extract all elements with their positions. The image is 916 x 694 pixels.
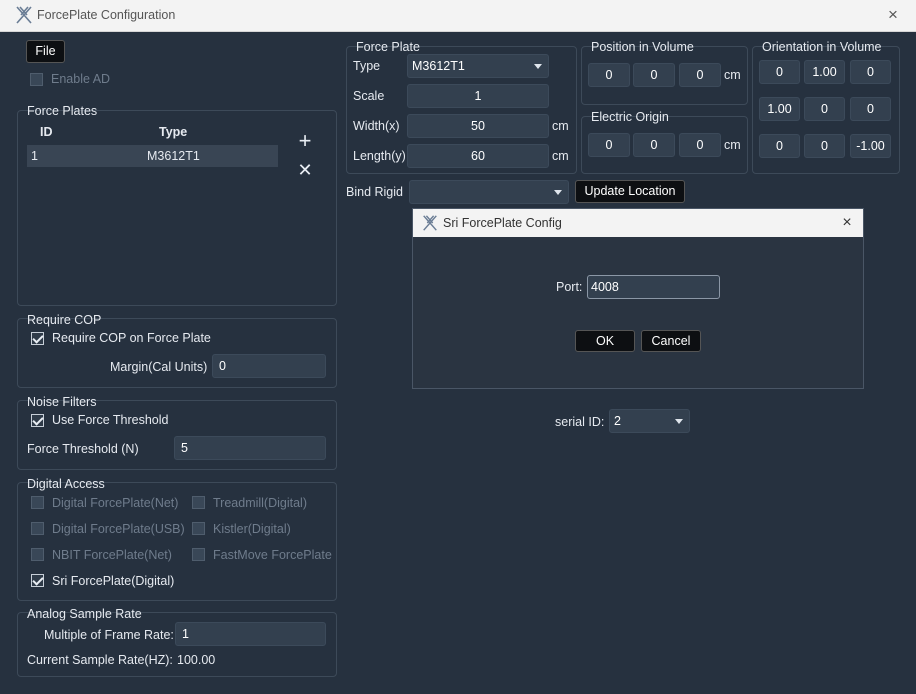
digital-forceplate-net-checkbox[interactable]	[31, 496, 44, 509]
width-unit: cm	[552, 119, 569, 133]
orientation-r1c1-input[interactable]: 0	[759, 60, 800, 84]
width-input[interactable]: 50	[407, 114, 549, 138]
dialog-title-bar: Sri ForcePlate Config ×	[413, 209, 863, 237]
nbit-forceplate-net-checkbox[interactable]	[31, 548, 44, 561]
electric-origin-unit: cm	[724, 138, 741, 152]
position-z-input[interactable]: 0	[679, 63, 721, 87]
treadmill-digital-label: Treadmill(Digital)	[213, 496, 307, 510]
chevron-down-icon	[675, 419, 683, 424]
force-plates-title: Force Plates	[27, 104, 98, 118]
column-header-id: ID	[40, 125, 53, 139]
analog-sample-rate-title: Analog Sample Rate	[27, 607, 142, 621]
require-cop-checkbox[interactable]	[31, 332, 44, 345]
kistler-digital-label: Kistler(Digital)	[213, 522, 291, 536]
app-logo-icon	[16, 6, 32, 24]
forceplate-config-window: ForcePlate Configuration × File Enable A…	[0, 0, 916, 694]
electric-origin-y-input[interactable]: 0	[633, 133, 675, 157]
use-force-threshold-checkbox[interactable]	[31, 414, 44, 427]
orientation-r3c1-input[interactable]: 0	[759, 134, 800, 158]
digital-forceplate-usb-checkbox[interactable]	[31, 522, 44, 535]
enable-ad-checkbox[interactable]	[30, 73, 43, 86]
force-threshold-label: Force Threshold (N)	[27, 442, 139, 456]
orientation-r3c3-input[interactable]: -1.00	[850, 134, 891, 158]
require-cop-label: Require COP on Force Plate	[52, 331, 211, 345]
digital-forceplate-net-label: Digital ForcePlate(Net)	[52, 496, 179, 510]
orientation-r1c3-input[interactable]: 0	[850, 60, 891, 84]
bind-rigid-select[interactable]	[409, 180, 569, 204]
window-title: ForcePlate Configuration	[37, 8, 176, 22]
enable-ad-label: Enable AD	[51, 72, 111, 86]
chevron-down-icon	[554, 190, 562, 195]
scale-label: Scale	[353, 89, 385, 103]
position-x-input[interactable]: 0	[588, 63, 630, 87]
kistler-digital-checkbox[interactable]	[192, 522, 205, 535]
orientation-in-volume-title: Orientation in Volume	[762, 40, 882, 54]
nbit-forceplate-net-label: NBIT ForcePlate(Net)	[52, 548, 172, 562]
current-sample-rate-label: Current Sample Rate(HZ):	[27, 653, 173, 667]
length-label: Length(y)	[353, 149, 406, 163]
table-cell-type: M3612T1	[147, 149, 200, 163]
length-unit: cm	[552, 149, 569, 163]
electric-origin-title: Electric Origin	[591, 110, 669, 124]
position-unit: cm	[724, 68, 741, 82]
orientation-r2c2-input[interactable]: 0	[804, 97, 845, 121]
type-select-value: M3612T1	[412, 59, 465, 73]
current-sample-rate-value: 100.00	[177, 653, 216, 667]
multiple-frame-rate-input[interactable]: 1	[175, 622, 326, 646]
add-plate-icon[interactable]: +	[294, 130, 316, 152]
sri-forceplate-digital-label: Sri ForcePlate(Digital)	[52, 574, 175, 588]
orientation-r2c3-input[interactable]: 0	[850, 97, 891, 121]
chevron-down-icon	[534, 64, 542, 69]
multiple-frame-rate-label: Multiple of Frame Rate:	[44, 628, 174, 642]
use-force-threshold-label: Use Force Threshold	[52, 413, 169, 427]
serial-id-select[interactable]: 2	[609, 409, 690, 433]
digital-forceplate-usb-label: Digital ForcePlate(USB)	[52, 522, 185, 536]
table-cell-id: 1	[31, 149, 38, 163]
force-plates-group	[17, 110, 337, 306]
orientation-r3c2-input[interactable]: 0	[804, 134, 845, 158]
length-input[interactable]: 60	[407, 144, 549, 168]
type-select[interactable]: M3612T1	[407, 54, 549, 78]
remove-plate-icon[interactable]: ✕	[294, 159, 316, 181]
dialog-title: Sri ForcePlate Config	[443, 216, 562, 230]
bind-rigid-label: Bind Rigid	[346, 185, 403, 199]
scale-input[interactable]: 1	[407, 84, 549, 108]
column-header-type: Type	[159, 125, 188, 139]
margin-input[interactable]: 0	[212, 354, 326, 378]
digital-access-title: Digital Access	[27, 477, 105, 491]
electric-origin-x-input[interactable]: 0	[588, 133, 630, 157]
position-in-volume-title: Position in Volume	[591, 40, 694, 54]
fastmove-forceplate-checkbox[interactable]	[192, 548, 205, 561]
port-label: Port:	[556, 280, 583, 294]
ok-button[interactable]: OK	[575, 330, 635, 352]
file-menu-button[interactable]: File	[26, 40, 65, 63]
table-row[interactable]: 1 M3612T1	[27, 145, 278, 167]
force-plate-title: Force Plate	[356, 40, 420, 54]
serial-id-value: 2	[614, 414, 621, 428]
sri-forceplate-config-dialog: Sri ForcePlate Config × Port: 4008 OK Ca…	[412, 208, 864, 389]
update-location-button[interactable]: Update Location	[575, 180, 685, 203]
title-bar: ForcePlate Configuration ×	[0, 0, 916, 32]
orientation-r1c2-input[interactable]: 1.00	[804, 60, 845, 84]
position-y-input[interactable]: 0	[633, 63, 675, 87]
port-input[interactable]: 4008	[587, 275, 720, 299]
margin-label: Margin(Cal Units)	[110, 360, 208, 374]
width-label: Width(x)	[353, 119, 400, 133]
treadmill-digital-checkbox[interactable]	[192, 496, 205, 509]
require-cop-title: Require COP	[27, 313, 102, 327]
noise-filters-title: Noise Filters	[27, 395, 97, 409]
electric-origin-z-input[interactable]: 0	[679, 133, 721, 157]
force-threshold-input[interactable]: 5	[174, 436, 326, 460]
dialog-close-icon[interactable]: ×	[837, 212, 857, 234]
fastmove-forceplate-label: FastMove ForcePlate	[213, 548, 332, 562]
sri-forceplate-digital-checkbox[interactable]	[31, 574, 44, 587]
cancel-button[interactable]: Cancel	[641, 330, 701, 352]
window-close-icon[interactable]: ×	[882, 4, 904, 26]
orientation-r2c1-input[interactable]: 1.00	[759, 97, 800, 121]
serial-id-label: serial ID:	[555, 415, 605, 429]
app-logo-icon	[423, 215, 437, 231]
type-label: Type	[353, 59, 381, 73]
